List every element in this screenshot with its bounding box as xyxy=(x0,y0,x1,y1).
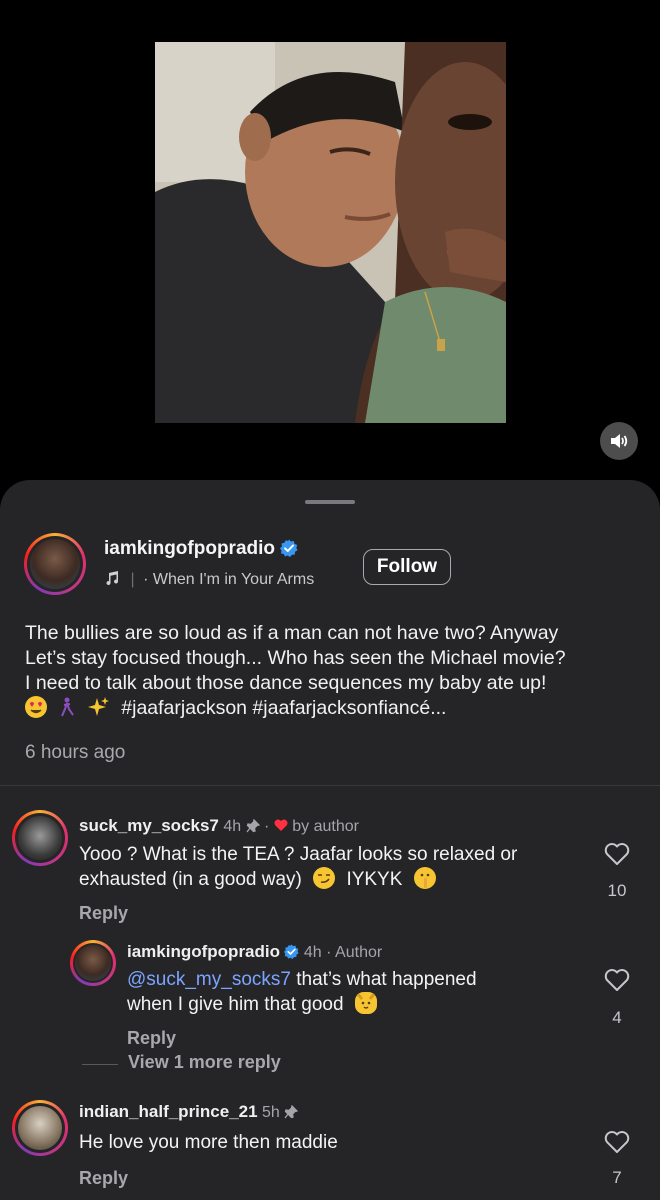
poster-username[interactable]: iamkingofpopradio xyxy=(104,538,298,560)
comment-text-part: when I give him that good xyxy=(127,994,344,1015)
comment-header: suck_my_socks7 4h · by author xyxy=(79,816,359,836)
comment-text-part: that’s what happened xyxy=(290,969,477,990)
liked-by-author: by author xyxy=(292,818,359,835)
comment-text-line: when I give him that good xyxy=(127,992,377,1017)
caption-line: I need to talk about those dance sequenc… xyxy=(25,672,547,694)
post-caption: The bullies are so loud as if a man can … xyxy=(25,621,645,721)
heart-eyes-emoji xyxy=(25,696,47,718)
heart-outline-icon[interactable] xyxy=(604,842,630,866)
comment-time: 4h xyxy=(223,818,242,835)
sheet-grabber[interactable] xyxy=(305,500,355,504)
comment-avatar[interactable] xyxy=(12,1100,68,1156)
speaker-icon xyxy=(611,434,628,448)
comment-header: iamkingofpopradio 4h · Author xyxy=(127,942,382,962)
heart-filled-icon xyxy=(274,819,288,831)
shushing-emoji xyxy=(413,867,436,889)
author-badge: · Author xyxy=(326,944,383,961)
comment-username[interactable]: suck_my_socks7 xyxy=(79,816,219,835)
comment-text-line: exhausted (in a good way) IYKYK xyxy=(79,867,436,892)
comment-username[interactable]: indian_half_prince_21 xyxy=(79,1102,258,1121)
poster-avatar[interactable] xyxy=(24,533,86,595)
like-count: 10 xyxy=(607,881,627,900)
reply-button[interactable]: Reply xyxy=(79,903,128,924)
comment-time: 4h xyxy=(303,944,322,961)
like-count: 4 xyxy=(612,1008,622,1027)
comment-username[interactable]: iamkingofpopradio xyxy=(127,942,280,961)
follow-button[interactable]: Follow xyxy=(363,549,451,585)
meta-separator: · xyxy=(264,818,270,835)
poster-username-text[interactable]: iamkingofpopradio xyxy=(104,538,275,559)
caption-line: The bullies are so loud as if a man can … xyxy=(25,622,559,644)
music-title: When I'm in Your Arms xyxy=(152,571,315,588)
comment-text-line: @suck_my_socks7 that’s what happened xyxy=(127,968,477,992)
reply-button[interactable]: Reply xyxy=(127,1028,176,1049)
mute-button[interactable] xyxy=(600,422,638,460)
music-dot: · xyxy=(143,571,149,588)
music-note-icon xyxy=(104,570,120,591)
music-divider: | xyxy=(130,571,135,588)
comment-avatar[interactable] xyxy=(12,810,68,866)
comments-sheet: iamkingofpopradio | · When I'm in Your A… xyxy=(0,480,660,1200)
view-more-replies[interactable]: View 1 more reply xyxy=(128,1052,281,1073)
caption-line: Let’s stay focused though... Who has see… xyxy=(25,647,566,669)
divider xyxy=(0,785,660,786)
comment-avatar[interactable] xyxy=(70,940,116,986)
verified-badge-icon xyxy=(284,944,300,959)
smirk-emoji xyxy=(313,867,336,889)
heart-outline-icon[interactable] xyxy=(604,1130,630,1154)
comment-text-line: He love you more then maddie xyxy=(79,1132,338,1153)
pin-icon xyxy=(284,1104,299,1119)
post-time: 6 hours ago xyxy=(25,742,126,763)
comment-time: 5h xyxy=(262,1104,280,1121)
reply-button[interactable]: Reply xyxy=(79,1168,128,1189)
post-photo xyxy=(155,42,506,423)
comment-header: indian_half_prince_21 5h xyxy=(79,1102,299,1122)
comment-text-part: exhausted (in a good way) xyxy=(79,869,302,890)
heart-outline-icon[interactable] xyxy=(604,968,630,992)
video-player[interactable] xyxy=(0,0,660,480)
mention-link[interactable]: @suck_my_socks7 xyxy=(127,969,291,990)
dancer-emoji xyxy=(56,696,78,718)
comment-text-line: Yooo ? What is the TEA ? Jaafar looks so… xyxy=(79,844,518,865)
caption-hashtags[interactable]: #jaafarjackson #jaafarjacksonfiancé... xyxy=(121,697,446,719)
pin-icon xyxy=(246,818,260,833)
sparkles-emoji xyxy=(87,696,110,718)
verified-badge-icon xyxy=(280,539,298,557)
cat-emoji xyxy=(354,992,377,1014)
like-count: 7 xyxy=(612,1168,622,1187)
music-line[interactable]: | · When I'm in Your Arms xyxy=(104,570,314,591)
view-more-line xyxy=(82,1064,118,1065)
comment-text-part: IYKYK xyxy=(346,869,403,890)
